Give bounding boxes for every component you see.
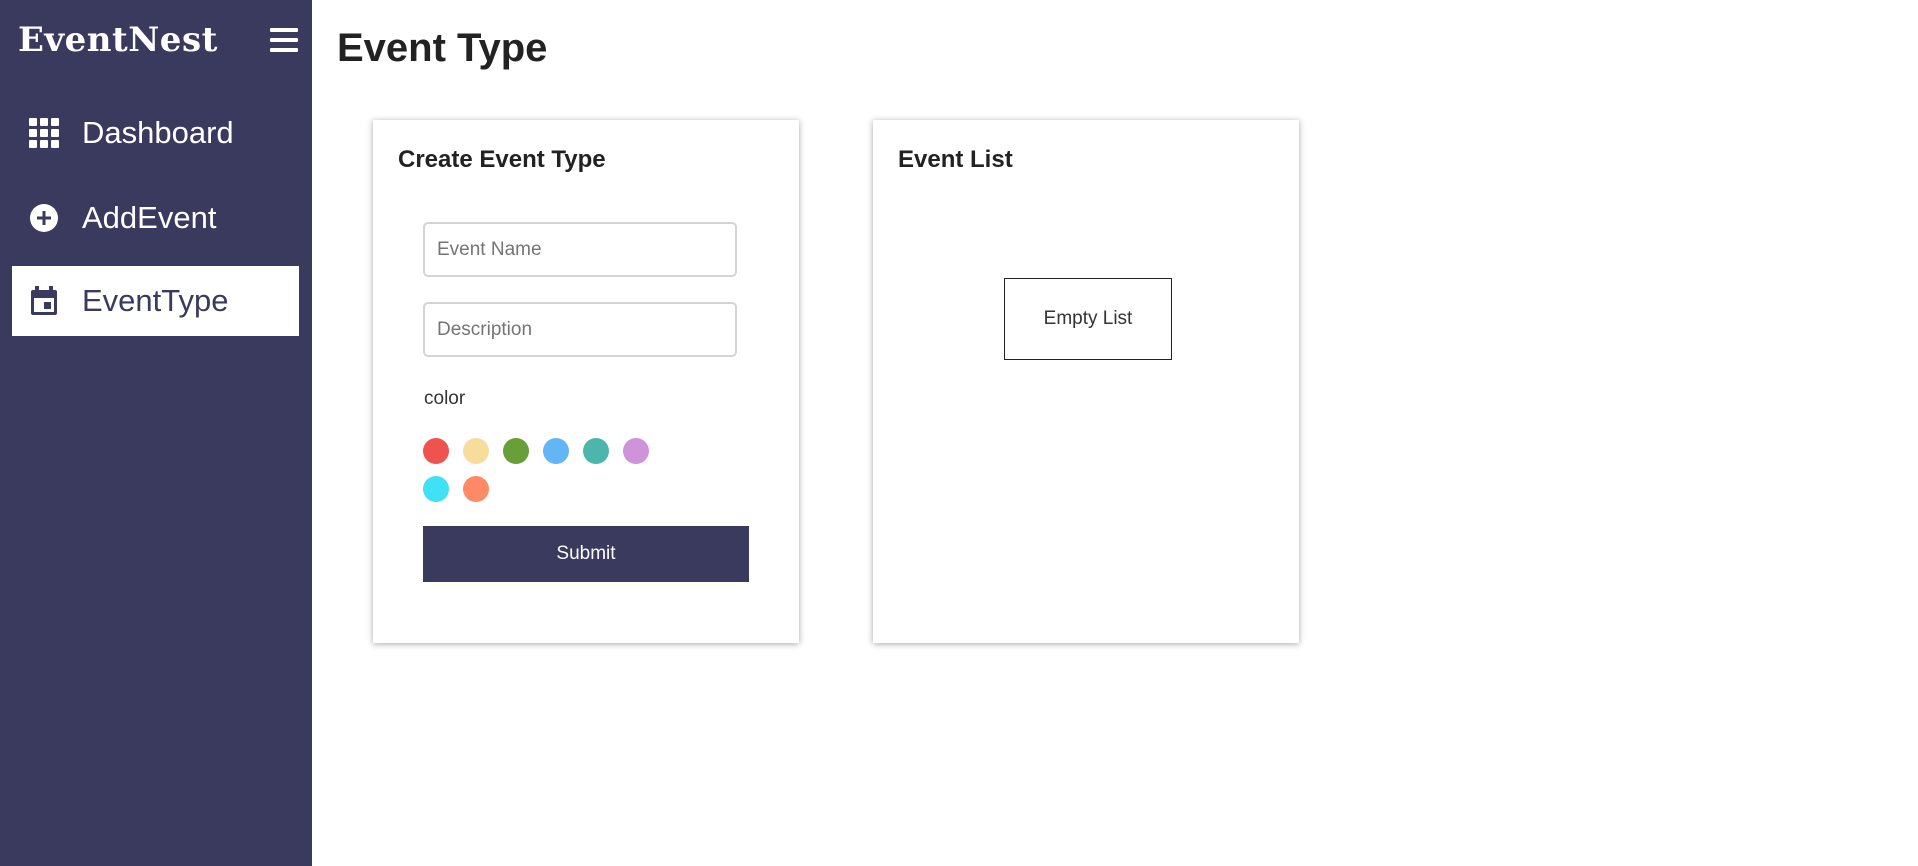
page-title: Event Type — [337, 26, 548, 70]
card-title: Event List — [898, 146, 1013, 173]
sidebar-item-eventtype[interactable]: EventType — [12, 266, 299, 336]
sidebar-item-dashboard[interactable]: Dashboard — [12, 98, 299, 168]
color-swatch[interactable] — [623, 438, 649, 464]
sidebar-item-label: AddEvent — [82, 200, 217, 235]
color-swatch[interactable] — [463, 476, 489, 502]
color-swatch[interactable] — [543, 438, 569, 464]
card-title: Create Event Type — [398, 146, 606, 173]
event-list-card: Event List Empty List — [873, 120, 1299, 643]
grid-icon — [28, 117, 60, 149]
app-logo[interactable]: EventNest — [18, 20, 218, 60]
empty-list-placeholder: Empty List — [1004, 278, 1172, 360]
color-swatch[interactable] — [503, 438, 529, 464]
sidebar-item-addevent[interactable]: AddEvent — [12, 183, 299, 253]
description-input[interactable] — [423, 302, 737, 357]
calendar-icon — [28, 285, 60, 317]
color-label: color — [424, 388, 466, 409]
color-swatch[interactable] — [583, 438, 609, 464]
color-swatch[interactable] — [463, 438, 489, 464]
sidebar: EventNest Dashboard AddEvent EventType — [0, 0, 312, 866]
color-picker — [423, 438, 683, 514]
create-event-type-card: Create Event Type color Submit — [373, 120, 799, 643]
color-swatch[interactable] — [423, 476, 449, 502]
hamburger-menu-icon[interactable] — [270, 28, 298, 54]
event-name-input[interactable] — [423, 222, 737, 277]
sidebar-item-label: EventType — [82, 283, 229, 318]
add-circle-icon — [28, 202, 60, 234]
color-swatch[interactable] — [423, 438, 449, 464]
submit-button[interactable]: Submit — [423, 526, 749, 582]
sidebar-item-label: Dashboard — [82, 115, 234, 150]
